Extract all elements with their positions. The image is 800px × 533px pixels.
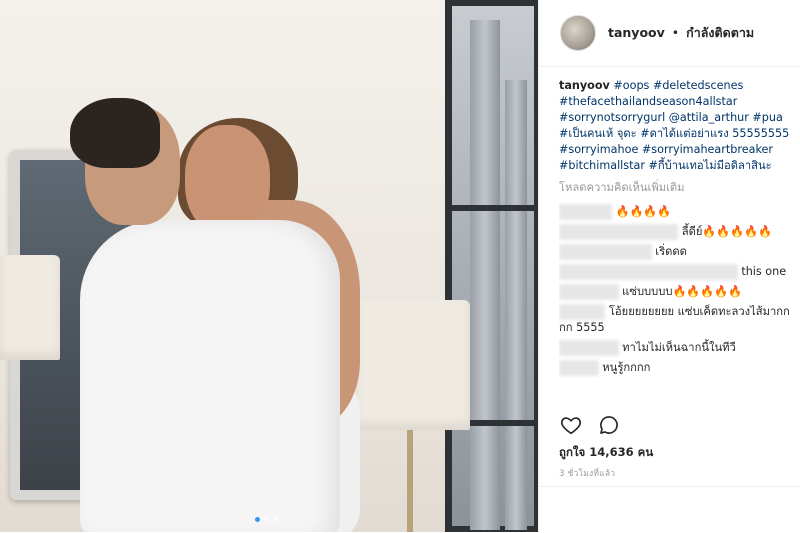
comment-username-redacted[interactable]: xxxxxxx bbox=[559, 304, 606, 320]
caption-username[interactable]: tanyoov bbox=[559, 79, 610, 92]
comment-username-redacted[interactable]: xxxxxx bbox=[559, 360, 599, 376]
avatar[interactable] bbox=[560, 15, 596, 51]
comments-list[interactable]: tanyoov #oops #deletedscenes #thefacetha… bbox=[559, 78, 795, 398]
post-photo[interactable] bbox=[0, 0, 538, 532]
header-separator: • bbox=[671, 25, 680, 40]
likes-count[interactable]: ถูกใจ 14,636 คน bbox=[559, 444, 653, 462]
header-text: tanyoov • กำลังติดตาม bbox=[608, 23, 754, 43]
post-timestamp[interactable]: 3 ชั่วโมงที่แล้ว bbox=[559, 466, 615, 480]
comment-icon-graphic bbox=[600, 416, 618, 434]
carousel-indicator bbox=[255, 517, 278, 522]
comment-username-redacted[interactable]: xxxxxxxxxxxxxxxxxx bbox=[559, 224, 679, 240]
carousel-dot bbox=[273, 517, 278, 522]
comment-text: หนูรู้กกกก bbox=[602, 361, 651, 374]
comment-text: เริ่ดดด bbox=[655, 245, 687, 258]
comment-item: xxxxxxxxxxxxxx เริ่ดดด bbox=[559, 244, 795, 260]
comment-text: ทาไมไม่เห็นฉากนี้ในทีวี bbox=[622, 341, 736, 354]
comment-username-redacted[interactable]: xxxxxxxxx bbox=[559, 340, 619, 356]
carousel-dot bbox=[255, 517, 260, 522]
photo-lamp-shade bbox=[0, 255, 60, 360]
comment-item: xxxxxxxxxxxxxxxxxxxxxxxxxxx this one bbox=[559, 264, 795, 280]
comment-username-redacted[interactable]: xxxxxxxxxxxxxxxxxxxxxxxxxxx bbox=[559, 264, 738, 280]
heart-icon[interactable] bbox=[559, 413, 583, 437]
comment-item: xxxxxxxxx ทาไมไม่เห็นฉากนี้ในทีวี bbox=[559, 340, 795, 356]
photo-woman-face bbox=[185, 125, 270, 235]
photo-lamp-pole bbox=[407, 430, 413, 532]
photo-man-hair bbox=[70, 98, 160, 168]
comment-text: แซ่บบบบบ🔥🔥🔥🔥🔥 bbox=[622, 285, 743, 298]
comment-text: ลี้ดีย์🔥🔥🔥🔥🔥 bbox=[681, 225, 773, 238]
photo-window-mullion bbox=[452, 205, 534, 211]
comment-icon[interactable] bbox=[597, 413, 621, 437]
photo-man-robe bbox=[80, 220, 340, 532]
post-actions bbox=[559, 413, 621, 437]
following-button[interactable]: กำลังติดตาม bbox=[686, 25, 754, 40]
comment-username-redacted[interactable]: xxxxxxxxxxxxxx bbox=[559, 244, 652, 260]
photo-lamp-shade bbox=[355, 300, 470, 430]
comment-item: xxxxxxxxx แซ่บบบบบ🔥🔥🔥🔥🔥 bbox=[559, 284, 795, 300]
caption-text[interactable]: #oops #deletedscenes #thefacethailandsea… bbox=[559, 79, 789, 172]
post-caption: tanyoov #oops #deletedscenes #thefacetha… bbox=[559, 78, 795, 174]
photo-skyscraper bbox=[505, 80, 527, 530]
heart-icon-graphic bbox=[560, 417, 582, 435]
header-username[interactable]: tanyoov bbox=[608, 25, 665, 40]
comment-item: xxxxxxxx 🔥🔥🔥🔥 bbox=[559, 204, 795, 220]
comment-item: xxxxxxxxxxxxxxxxxx ลี้ดีย์🔥🔥🔥🔥🔥 bbox=[559, 224, 795, 240]
comment-item: xxxxxxx โอ้ยยยยยยยย แซ่บเค็ดทะลวงไส้มากก… bbox=[559, 304, 795, 336]
comment-text: this one bbox=[741, 265, 787, 278]
comment-item: xxxxxx หนูรู้กกกก bbox=[559, 360, 795, 376]
add-comment-section bbox=[539, 486, 800, 533]
comment-username-redacted[interactable]: xxxxxxxxx bbox=[559, 284, 619, 300]
post-sidebar: tanyoov • กำลังติดตาม tanyoov #oops #del… bbox=[538, 0, 800, 532]
post-header: tanyoov • กำลังติดตาม bbox=[539, 0, 800, 67]
photo-skyscraper bbox=[470, 20, 500, 530]
load-more-comments-button[interactable]: โหลดความคิดเห็นเพิ่มเติม bbox=[559, 180, 795, 196]
comment-username-redacted[interactable]: xxxxxxxx bbox=[559, 204, 612, 220]
carousel-dot bbox=[264, 517, 269, 522]
comment-text: 🔥🔥🔥🔥 bbox=[615, 205, 672, 218]
